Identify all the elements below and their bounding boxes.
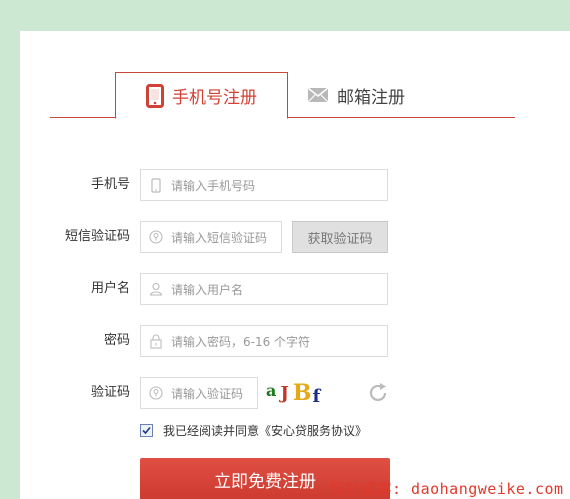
captcha-char: B	[292, 380, 312, 406]
captcha-char: a	[266, 380, 277, 400]
password-row: 密码 请输入密码，6-16 个字符	[20, 325, 560, 357]
captcha-image[interactable]: a J B f	[266, 377, 356, 409]
get-sms-code-button[interactable]: 获取验证码	[292, 221, 388, 253]
password-input[interactable]: 请输入密码，6-16 个字符	[140, 325, 388, 357]
sms-code-placeholder: 请输入短信验证码	[171, 230, 268, 245]
username-row: 用户名 请输入用户名	[20, 273, 560, 305]
sms-code-label: 短信验证码	[64, 229, 130, 244]
phone-label: 手机号	[90, 177, 130, 192]
lock-icon	[141, 334, 171, 349]
user-icon	[141, 282, 171, 296]
mobile-phone-icon	[141, 177, 171, 193]
tab-phone-register[interactable]: 手机号注册	[115, 72, 288, 119]
agreement-row: 我已经阅读并同意《安心贷服务协议》	[140, 422, 367, 439]
agreement-checkbox[interactable]	[140, 424, 153, 437]
captcha-input[interactable]: 请输入验证码	[140, 377, 258, 409]
mobile-phone-icon	[146, 83, 164, 108]
agreement-text[interactable]: 我已经阅读并同意《安心贷服务协议》	[163, 422, 367, 439]
phone-input[interactable]: 请输入手机号码	[140, 169, 388, 201]
username-label: 用户名	[90, 281, 130, 296]
captcha-char: J	[280, 382, 289, 404]
refresh-icon[interactable]	[366, 381, 390, 405]
phone-row: 手机号 请输入手机号码	[20, 169, 560, 201]
tab-email-register[interactable]: 邮箱注册	[307, 72, 447, 118]
password-label: 密码	[103, 333, 130, 348]
captcha-char: f	[312, 385, 321, 407]
tab-email-label: 邮箱注册	[337, 87, 405, 108]
envelope-icon	[307, 87, 329, 103]
sms-code-row: 短信验证码 请输入短信验证码 获取验证码	[20, 221, 560, 253]
captcha-placeholder: 请输入验证码	[171, 386, 244, 401]
username-placeholder: 请输入用户名	[171, 282, 244, 297]
registration-card: 手机号注册 邮箱注册 手机号 请输入手机号码 短信验证码 请输入短信验证码 获取…	[20, 31, 570, 499]
watermark: 导航威客: daohangweike.com	[330, 480, 564, 498]
lightbulb-icon	[141, 230, 171, 244]
phone-placeholder: 请输入手机号码	[171, 178, 256, 193]
captcha-label: 验证码	[90, 385, 130, 400]
tab-phone-label: 手机号注册	[172, 88, 257, 108]
captcha-row: 验证码 请输入验证码 a J B f	[20, 377, 560, 409]
lightbulb-icon	[141, 386, 171, 400]
password-placeholder: 请输入密码，6-16 个字符	[171, 334, 311, 349]
sms-code-input[interactable]: 请输入短信验证码	[140, 221, 282, 253]
username-input[interactable]: 请输入用户名	[140, 273, 388, 305]
